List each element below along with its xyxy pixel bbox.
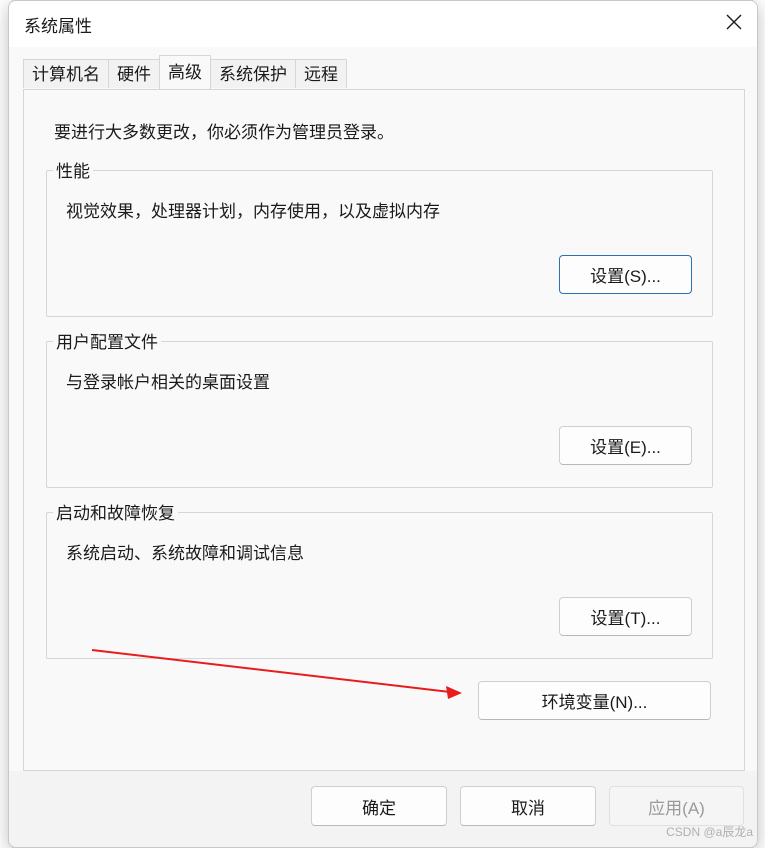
watermark: CSDN @a辰龙a [666,825,753,839]
performance-group: 性能 视觉效果，处理器计划，内存使用，以及虚拟内存 设置(S)... [46,157,713,317]
tab-system-protection[interactable]: 系统保护 [210,59,296,88]
advanced-tab-panel: 要进行大多数更改，你必须作为管理员登录。 性能 视觉效果，处理器计划，内存使用，… [23,89,745,771]
tab-hardware[interactable]: 硬件 [108,59,160,88]
startup-recovery-description: 系统启动、系统故障和调试信息 [66,544,304,563]
dialog-footer: 确定 取消 应用(A) [9,771,757,847]
startup-recovery-group-title: 启动和故障恢复 [53,499,178,524]
user-profiles-settings-button[interactable]: 设置(E)... [559,426,692,465]
performance-settings-button[interactable]: 设置(S)... [559,255,692,294]
cancel-button[interactable]: 取消 [460,786,596,826]
tab-strip: 计算机名 硬件 高级 系统保护 远程 [23,55,347,89]
ok-button[interactable]: 确定 [311,786,447,826]
title-bar[interactable]: 系统属性 [9,1,757,47]
tab-advanced[interactable]: 高级 [159,55,211,89]
user-profiles-description: 与登录帐户相关的桌面设置 [66,373,270,392]
startup-recovery-group: 启动和故障恢复 系统启动、系统故障和调试信息 设置(T)... [46,499,713,659]
user-profiles-group-title: 用户配置文件 [53,328,161,353]
performance-description: 视觉效果，处理器计划，内存使用，以及虚拟内存 [66,202,440,221]
user-profiles-group: 用户配置文件 与登录帐户相关的桌面设置 设置(E)... [46,328,713,488]
performance-group-title: 性能 [53,157,93,182]
environment-variables-button[interactable]: 环境变量(N)... [478,681,711,720]
close-button[interactable] [711,1,757,47]
window-title: 系统属性 [24,17,92,36]
system-properties-dialog: 系统属性 计算机名 硬件 高级 系统保护 远程 要进行大多数更改，你必须作为管理… [8,0,758,848]
close-icon [725,13,743,36]
tab-computer-name[interactable]: 计算机名 [23,59,109,88]
startup-recovery-settings-button[interactable]: 设置(T)... [559,597,692,636]
admin-note: 要进行大多数更改，你必须作为管理员登录。 [54,123,394,142]
apply-button[interactable]: 应用(A) [609,786,744,826]
tab-remote[interactable]: 远程 [295,59,347,88]
